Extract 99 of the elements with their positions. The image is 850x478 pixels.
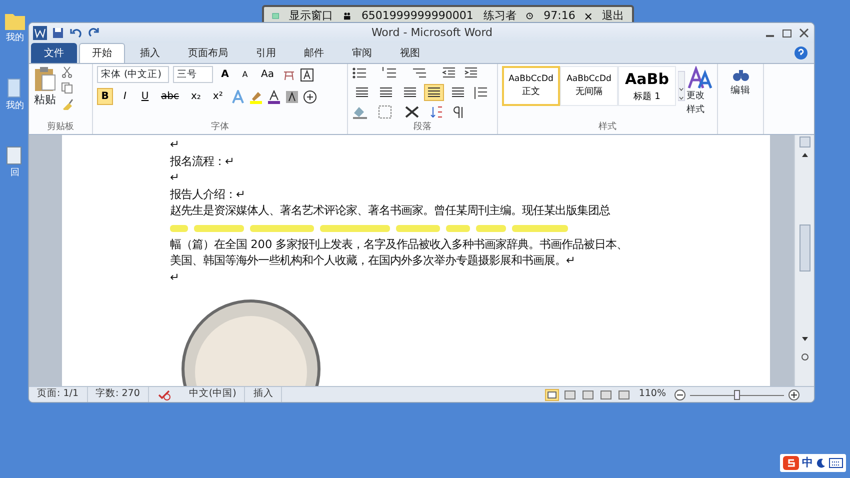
- language-indicator[interactable]: 中文(中国): [180, 387, 246, 402]
- text-line: ↵: [170, 170, 180, 186]
- save-icon[interactable]: [52, 27, 64, 39]
- group-label: 段落: [412, 121, 432, 134]
- style-sample: AaBbCcDd: [566, 72, 612, 86]
- grow-font-button[interactable]: A: [217, 66, 233, 83]
- format-button[interactable]: U: [137, 88, 153, 105]
- ribbon-tab[interactable]: 页面布局: [175, 43, 241, 63]
- increase-indent-icon[interactable]: [464, 66, 478, 80]
- restore-icon[interactable]: [781, 27, 793, 39]
- ribbon-tab[interactable]: 引用: [243, 43, 289, 63]
- ribbon-tab[interactable]: 插入: [127, 43, 173, 63]
- help-icon[interactable]: [794, 46, 808, 60]
- format-button[interactable]: x₂: [186, 88, 205, 105]
- draft-icon[interactable]: [616, 388, 631, 400]
- insert-mode-indicator[interactable]: 插入: [245, 387, 282, 402]
- zoom-in-icon[interactable]: [788, 388, 800, 400]
- align-icon: [380, 87, 392, 98]
- shrink-font-button[interactable]: A: [237, 66, 253, 83]
- change-styles-icon[interactable]: [686, 66, 713, 90]
- style-gallery-item[interactable]: AaBbCcDd 无间隔: [560, 66, 618, 106]
- zoom-slider-thumb[interactable]: [734, 390, 740, 400]
- brush-icon[interactable]: [61, 98, 73, 110]
- word-app-icon[interactable]: [33, 26, 47, 40]
- style-gallery-item[interactable]: AaBb 标题 1: [618, 66, 676, 106]
- undo-icon[interactable]: [69, 27, 83, 39]
- copy-icon[interactable]: [61, 82, 73, 94]
- redo-icon[interactable]: [88, 27, 100, 39]
- enclose-character-icon[interactable]: [302, 90, 317, 104]
- editing-label[interactable]: 编辑: [730, 84, 750, 98]
- ribbon-tab[interactable]: 邮件: [291, 43, 337, 63]
- group-label: 样式: [598, 121, 618, 134]
- exit-label[interactable]: 退出: [602, 9, 624, 23]
- exam-id: 6501999999990001: [361, 9, 474, 23]
- style-sample: AaBb: [625, 69, 669, 90]
- text-line: 报告人介绍：↵: [170, 186, 246, 203]
- align-icon: [452, 87, 464, 98]
- word-count[interactable]: 字数: 270: [88, 387, 149, 402]
- ime-logo-icon: [783, 456, 799, 470]
- clipboard-icon[interactable]: [33, 66, 57, 92]
- align-icon: [428, 87, 440, 98]
- print-layout-icon[interactable]: [544, 388, 559, 400]
- format-button[interactable]: x²: [208, 88, 227, 105]
- web-layout-icon[interactable]: [580, 388, 595, 400]
- change-case-button[interactable]: Aa: [257, 66, 278, 83]
- change-styles-label[interactable]: 更改样式: [686, 90, 713, 117]
- text-line: 幅（篇）在全国 200 多家报刊上发表，名字及作品被收入多种书画家辞典。书画作品被日本、: [170, 236, 629, 253]
- show-marks-icon[interactable]: [452, 105, 464, 119]
- ribbon-tab[interactable]: 视图: [387, 43, 433, 63]
- style-name: 无间隔: [576, 86, 602, 99]
- input-method-bar[interactable]: 中: [780, 454, 846, 472]
- ribbon-tab[interactable]: 文件: [31, 43, 77, 63]
- align-icon: [404, 87, 416, 98]
- proofing-icon[interactable]: [156, 388, 173, 400]
- ribbon-tab[interactable]: 审阅: [339, 43, 385, 63]
- ime-mode-label: 中: [802, 454, 813, 470]
- style-gallery-item[interactable]: AaBbCcDd 正文: [502, 66, 560, 106]
- font-size-field[interactable]: 三号: [173, 66, 213, 83]
- style-sample: AaBbCcDd: [508, 72, 554, 86]
- user-name: 练习者: [483, 9, 516, 23]
- vertical-scrollbar[interactable]: [794, 135, 814, 386]
- character-border-icon[interactable]: [300, 68, 314, 82]
- format-button[interactable]: B: [97, 88, 113, 105]
- line-spacing-icon[interactable]: [472, 86, 488, 100]
- close-icon[interactable]: [798, 27, 810, 39]
- align-button[interactable]: [424, 84, 444, 101]
- page-count[interactable]: 页面: 1/1: [29, 387, 88, 402]
- style-name: 正文: [522, 86, 540, 99]
- keyboard-icon: [829, 458, 843, 468]
- full-screen-reading-icon[interactable]: [562, 388, 577, 400]
- desktop-icon-label[interactable]: 我的: [6, 100, 24, 113]
- align-icon: [356, 87, 368, 98]
- text-line: 报名流程：↵: [170, 154, 236, 170]
- style-name: 标题 1: [634, 90, 660, 104]
- desktop-icon-label[interactable]: 我的: [6, 32, 24, 46]
- paste-label[interactable]: 粘贴: [34, 92, 56, 108]
- ribbon-tab[interactable]: 开始: [79, 43, 125, 63]
- sort-icon[interactable]: [430, 105, 444, 119]
- text-line: 赵先生是资深媒体人、著名艺术评论家、著名书画家。曾任某周刊主编。现任某出版集团总: [170, 203, 611, 220]
- text-line: 美国、韩国等海外一些机构和个人收藏，在国内外多次举办专题摄影展和书画展。↵: [170, 253, 576, 270]
- moon-icon: [816, 458, 826, 468]
- show-window-label[interactable]: 显示窗口: [289, 9, 334, 23]
- timer: 97:16: [544, 9, 576, 23]
- font-color-icon[interactable]: [266, 90, 281, 104]
- group-label: 剪贴板: [46, 121, 75, 134]
- text-line: ↵: [170, 270, 180, 286]
- zoom-out-icon[interactable]: [674, 388, 686, 400]
- font-name-field[interactable]: 宋体 (中文正): [97, 66, 169, 83]
- format-button[interactable]: abc: [157, 88, 183, 105]
- desktop-icon-label[interactable]: 回: [10, 167, 20, 180]
- window-title: Word - Microsoft Word: [370, 24, 494, 41]
- zoom-level-label[interactable]: 110%: [638, 387, 666, 402]
- group-label: 字体: [210, 121, 230, 134]
- character-shading-icon[interactable]: [284, 90, 299, 104]
- scissors-icon[interactable]: [61, 66, 73, 78]
- text-line: ↵: [170, 137, 180, 153]
- format-button[interactable]: I: [117, 88, 133, 105]
- outline-icon[interactable]: [598, 388, 613, 400]
- decrease-indent-icon[interactable]: [442, 66, 456, 80]
